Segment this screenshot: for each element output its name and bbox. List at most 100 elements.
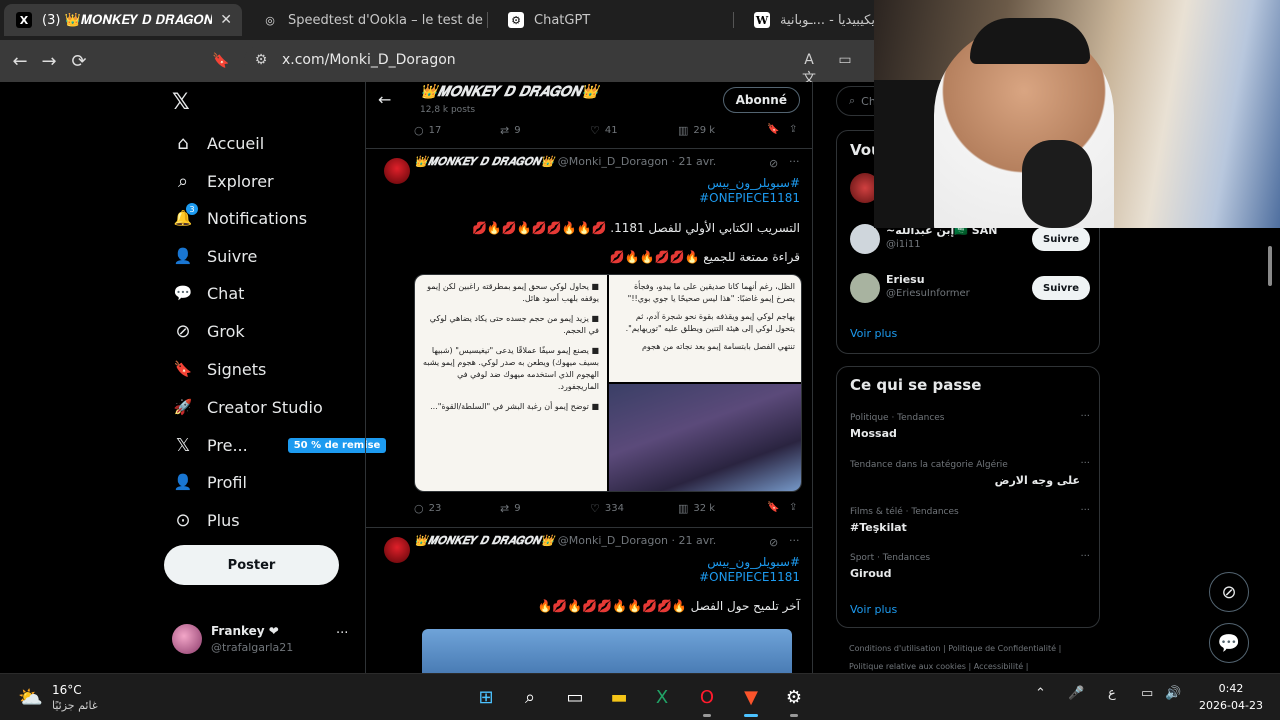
settings-icon[interactable]: ⚙ — [779, 682, 809, 717]
weather-widget[interactable]: ⛅ 16°C غائم جزئيًا — [18, 681, 138, 715]
more-options-icon[interactable]: ··· — [1080, 458, 1090, 469]
suggestion-row[interactable]: ~إبن عبدالله🇸🇦 SAN @i1i11 Suivre — [850, 224, 1090, 258]
reply-button[interactable]: ○ 17 — [414, 124, 441, 137]
like-button[interactable]: ♡ 41 — [590, 124, 618, 137]
clock[interactable]: 0:42 2026-04-23 — [1196, 680, 1266, 714]
trend-item[interactable]: Films & télé · Tendances #Teşkilat ··· — [850, 505, 1090, 543]
tab-wikipedia[interactable]: W ويكيبيديا - ...ـوبانية — [742, 4, 874, 36]
cast-icon[interactable]: ▭ — [836, 52, 854, 70]
search-icon[interactable]: ⌕ — [515, 682, 545, 712]
close-tab-icon[interactable]: ✕ — [220, 12, 232, 28]
tab-speedtest[interactable]: ◎ Speedtest d'Ookla – le test de vitesse — [250, 4, 488, 36]
following-button[interactable]: Abonné — [722, 87, 800, 113]
repost-button[interactable]: ⇄ 9 — [500, 502, 521, 515]
nav-item-premium[interactable]: 𝕏 Pre... 50 % de remise — [172, 431, 387, 459]
views-button[interactable]: ▥ 29 k — [678, 124, 715, 137]
more-options-icon[interactable]: ··· — [1080, 551, 1090, 562]
suggestion-handle: @EriesuInformer — [886, 288, 970, 299]
see-more-link[interactable]: Voir plus — [850, 603, 897, 616]
share-icon[interactable]: ⇪ — [789, 502, 797, 513]
author-name[interactable]: 👑𝑴𝑶𝑵𝑲𝑬𝒀 𝑫 𝑫𝑹𝑨𝑮𝑶𝑵👑 — [414, 155, 554, 168]
hashtag-link[interactable]: #سبويلر_ون_بيس — [707, 555, 800, 569]
nav-item-signets[interactable]: 🔖 Signets — [172, 355, 267, 383]
like-button[interactable]: ♡ 334 — [590, 502, 624, 515]
nav-item-creator-studio[interactable]: 🚀 Creator Studio — [172, 393, 323, 421]
messages-icon[interactable]: 💬 — [1209, 623, 1249, 663]
tweet[interactable]: 👑𝑴𝑶𝑵𝑲𝑬𝒀 𝑫 𝑫𝑹𝑨𝑮𝑶𝑵👑 @Monki_D_Doragon · 21 … — [366, 150, 812, 526]
media-image-text-page[interactable]: الظل، رغم أنهما كانا صديقين على ما يبدو،… — [609, 275, 801, 382]
trend-item[interactable]: Sport · Tendances Giroud ··· — [850, 551, 1090, 589]
nav-item-grok[interactable]: ⊘ Grok — [172, 317, 244, 345]
forward-icon[interactable]: → — [38, 50, 60, 72]
share-icon[interactable]: ⇪ — [789, 124, 797, 135]
tab-chatgpt[interactable]: ⚙ ChatGPT — [496, 4, 734, 36]
nav-item-plus[interactable]: ⊙ Plus — [172, 506, 239, 534]
bookmark-tweet-icon[interactable]: 🔖 — [767, 502, 779, 513]
see-more-link[interactable]: Voir plus — [850, 327, 897, 340]
views-button[interactable]: ▥ 32 k — [678, 502, 715, 515]
tweet-media[interactable] — [422, 629, 792, 673]
nav-item-accueil[interactable]: ⌂ Accueil — [172, 129, 264, 157]
input-language[interactable]: ع — [1108, 686, 1116, 701]
bookmark-tweet-icon[interactable]: 🔖 — [767, 124, 779, 135]
suggestion-row[interactable]: Eriesu @EriesuInformer Suivre — [850, 273, 1090, 307]
more-options-icon[interactable]: ··· — [1080, 505, 1090, 516]
author-handle[interactable]: @Monki_D_Doragon · 21 avr. — [558, 155, 716, 168]
hashtag-link[interactable]: #ONEPIECE1181 — [699, 570, 800, 584]
back-icon[interactable]: ← — [9, 50, 31, 72]
hashtag-link[interactable]: #سبويلر_ون_بيس — [707, 176, 800, 190]
excel-icon[interactable]: X — [647, 682, 677, 712]
scrollbar-thumb[interactable] — [1268, 246, 1272, 286]
more-options-icon[interactable]: ··· — [1080, 411, 1090, 422]
opera-icon[interactable]: O — [692, 682, 722, 717]
microphone-icon[interactable]: 🎤 — [1068, 686, 1084, 701]
volume-icon[interactable]: 🔊 — [1165, 686, 1181, 701]
tab-monkey-d-dragon[interactable]: X (3) 👑𝑴𝑶𝑵𝑲𝑬𝒀 𝑫 𝑫𝑹𝑨𝑮𝑶𝑵 ✕ — [4, 4, 242, 36]
reload-icon[interactable]: ⟳ — [68, 50, 90, 72]
more-options-icon[interactable]: ··· — [789, 534, 800, 547]
tweet[interactable]: 👑𝑴𝑶𝑵𝑲𝑬𝒀 𝑫 𝑫𝑹𝑨𝑮𝑶𝑵👑 @Monki_D_Doragon · 21 … — [366, 529, 812, 673]
repost-button[interactable]: ⇄ 9 — [500, 124, 521, 137]
media-manga-image[interactable] — [609, 384, 801, 491]
grok-icon[interactable]: ⊘ — [769, 157, 778, 170]
translate-icon[interactable]: A文 — [800, 52, 818, 87]
nav-label: Signets — [207, 359, 267, 379]
nav-item-explorer[interactable]: ⌕ Explorer — [172, 167, 274, 195]
grok-icon[interactable]: ⊘ — [1209, 572, 1249, 612]
chevron-up-icon[interactable]: ⌃ — [1035, 686, 1046, 701]
more-options-icon[interactable]: ··· — [336, 626, 348, 641]
bookmark-icon[interactable]: 🔖 — [210, 50, 232, 72]
hashtag-link[interactable]: #ONEPIECE1181 — [699, 191, 800, 205]
author-handle[interactable]: @Monki_D_Doragon · 21 avr. — [558, 534, 716, 547]
file-explorer-icon[interactable]: ▬ — [604, 682, 634, 712]
trend-item[interactable]: Politique · Tendances Mossad ··· — [850, 411, 1090, 449]
brave-icon[interactable]: ▼ — [736, 682, 766, 717]
author-name[interactable]: 👑𝑴𝑶𝑵𝑲𝑬𝒀 𝑫 𝑫𝑹𝑨𝑮𝑶𝑵👑 — [414, 534, 554, 547]
x-logo-icon[interactable]: 𝕏 — [172, 90, 190, 115]
network-icon[interactable]: ▭ — [1141, 686, 1153, 701]
url-text[interactable]: x.com/Monki_D_Doragon — [282, 52, 456, 68]
account-switcher[interactable]: Frankey ❤ @trafalgarla21 ··· — [172, 622, 352, 662]
footer-links[interactable]: Politique relative aux cookies | Accessi… — [849, 662, 1028, 671]
media-image-text-page[interactable]: ■ يحاول لوكي سحق إيمو بمطرقته راغبين لكن… — [415, 275, 607, 491]
avatar[interactable] — [384, 537, 410, 563]
scrollbar[interactable] — [1266, 228, 1274, 672]
tweet-media[interactable]: ■ يحاول لوكي سحق إيمو بمطرقته راغبين لكن… — [414, 274, 802, 492]
follow-button[interactable]: Suivre — [1032, 276, 1090, 300]
more-options-icon[interactable]: ··· — [789, 155, 800, 168]
avatar[interactable] — [384, 158, 410, 184]
windows-start-icon[interactable]: ⊞ — [471, 682, 501, 712]
trend-item[interactable]: Tendance dans la catégorie Algérie على و… — [850, 458, 1090, 496]
task-view-icon[interactable]: ▭ — [560, 682, 590, 712]
follow-button[interactable]: Suivre — [1032, 227, 1090, 251]
site-info-icon[interactable]: ⚙ — [252, 52, 270, 70]
back-arrow-icon[interactable]: ← — [378, 90, 391, 109]
footer-links[interactable]: Conditions d'utilisation | Politique de … — [849, 644, 1061, 653]
grok-icon[interactable]: ⊘ — [769, 536, 778, 549]
nav-item-suivre[interactable]: 👤 Suivre — [172, 242, 258, 270]
post-button[interactable]: Poster — [164, 545, 339, 585]
nav-item-profil[interactable]: 👤 Profil — [172, 468, 247, 496]
nav-item-notifications[interactable]: 🔔 3 Notifications — [172, 203, 307, 232]
nav-item-chat[interactable]: 💬 Chat — [172, 279, 245, 307]
reply-button[interactable]: ○ 23 — [414, 502, 441, 515]
